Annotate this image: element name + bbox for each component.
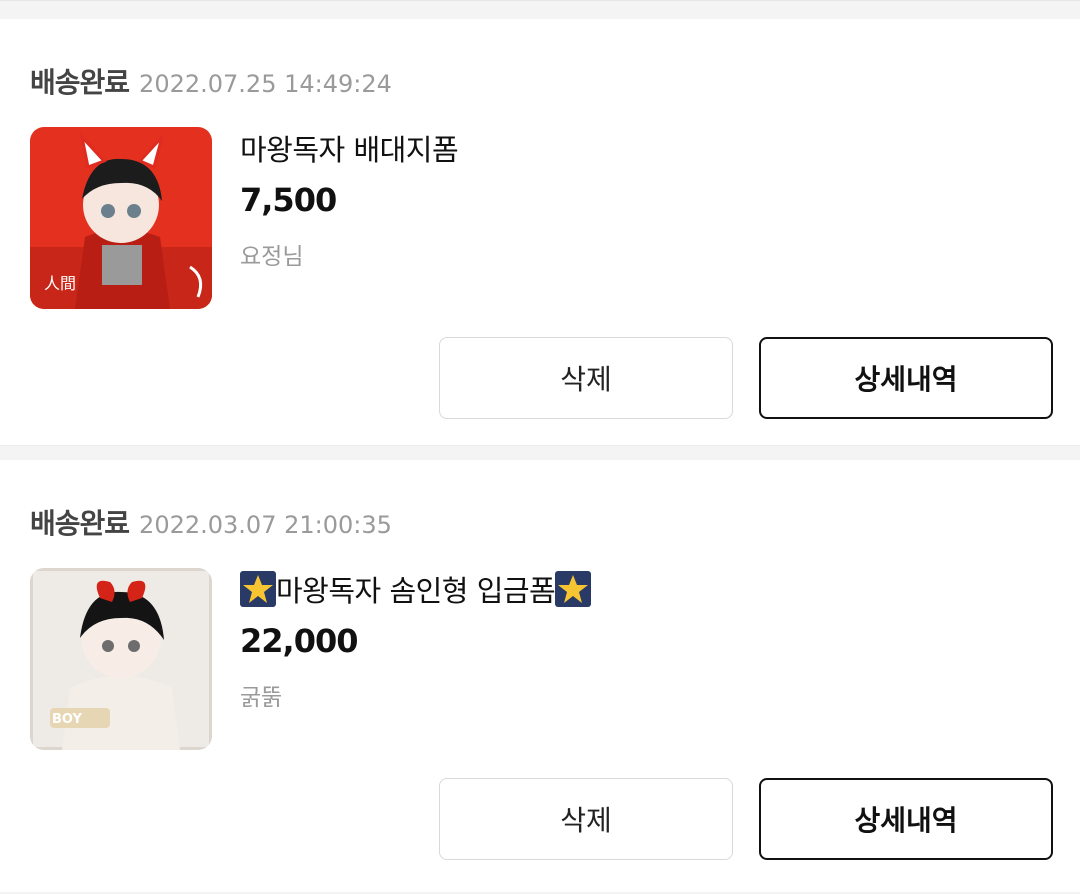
- top-separator: [0, 0, 1080, 19]
- svg-text:BOY: BOY: [52, 712, 82, 727]
- delete-button[interactable]: 삭제: [439, 778, 733, 860]
- star-icon: [555, 571, 592, 607]
- product-title[interactable]: 마왕독자 배대지폼: [240, 127, 459, 169]
- order-status: 배송완료: [30, 507, 130, 540]
- order-card: 배송완료 2022.03.07 21:00:35 BOY 마왕독자 솜인형 입금…: [0, 460, 1080, 892]
- seller-name[interactable]: 굵뚥: [240, 678, 282, 712]
- detail-button[interactable]: 상세내역: [759, 337, 1053, 419]
- seller-name[interactable]: 요정님: [240, 237, 303, 271]
- order-date: 2022.07.25 14:49:24: [139, 70, 392, 98]
- svg-text:人間: 人間: [44, 274, 76, 293]
- order-header: 배송완료 2022.07.25 14:49:24: [30, 61, 392, 101]
- order-header: 배송완료 2022.03.07 21:00:35: [30, 502, 392, 542]
- product-thumbnail[interactable]: BOY: [30, 568, 212, 750]
- delete-button[interactable]: 삭제: [439, 337, 733, 419]
- order-card: 배송완료 2022.07.25 14:49:24 人間 마왕독자 배대지폼 7,…: [0, 19, 1080, 445]
- detail-button[interactable]: 상세내역: [759, 778, 1053, 860]
- product-title-text: 마왕독자 솜인형 입금폼: [276, 574, 556, 608]
- product-price: 7,500: [240, 181, 337, 219]
- product-thumbnail[interactable]: 人間: [30, 127, 212, 309]
- order-date: 2022.03.07 21:00:35: [139, 511, 392, 539]
- product-price: 22,000: [240, 622, 358, 660]
- card-separator: [0, 445, 1080, 460]
- star-icon: [240, 571, 276, 607]
- product-title[interactable]: 마왕독자 솜인형 입금폼: [240, 568, 592, 610]
- order-status: 배송완료: [30, 66, 130, 99]
